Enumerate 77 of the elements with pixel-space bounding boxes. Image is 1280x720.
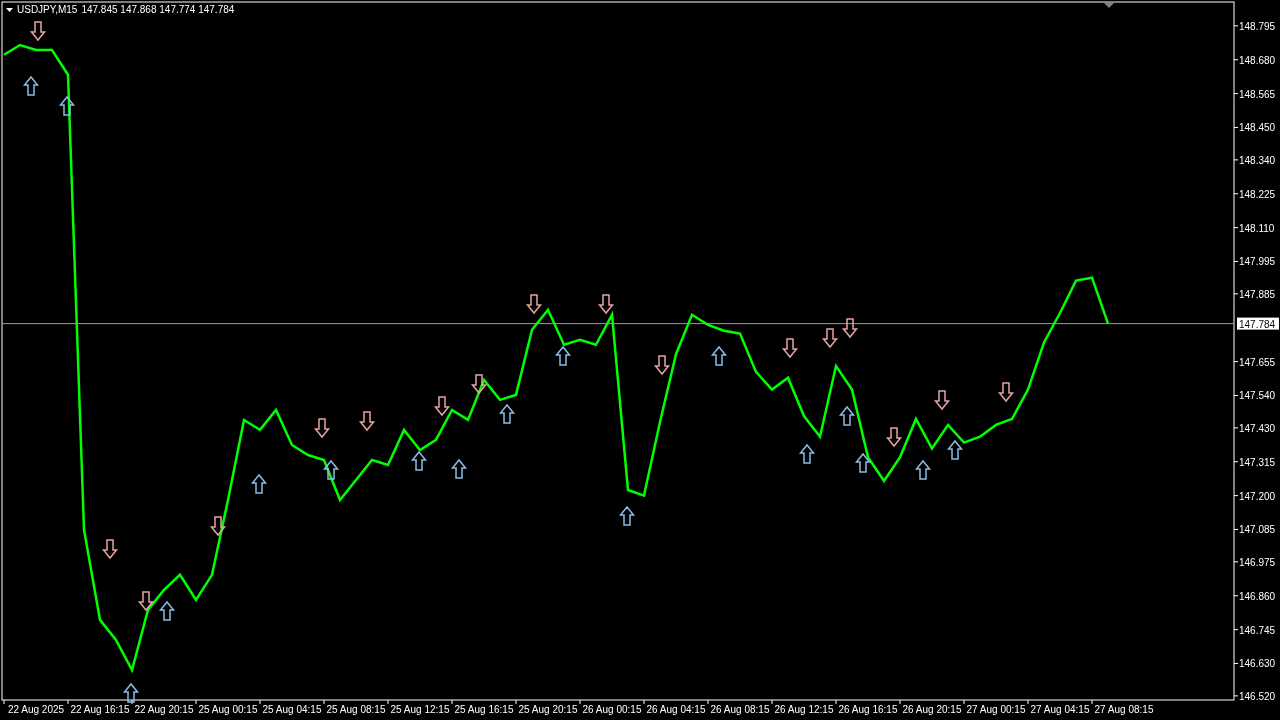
down-arrow-icon	[653, 355, 671, 376]
time-axis-label: 22 Aug 20:15	[134, 704, 194, 715]
price-axis-label: 147.885	[1239, 288, 1276, 300]
up-arrow-icon	[798, 443, 816, 464]
price-axis-label: 146.860	[1239, 590, 1276, 602]
up-arrow-icon	[250, 473, 268, 494]
time-axis-label: 27 Aug 04:15	[1030, 704, 1090, 715]
down-arrow-icon	[101, 539, 119, 560]
down-arrow-icon	[933, 390, 951, 411]
price-axis-label: 147.540	[1239, 390, 1276, 402]
price-tag: 147.784	[1237, 317, 1279, 330]
ohlc-values: 147.845 147.868 147.774 147.784	[81, 3, 235, 17]
time-axis-label: 27 Aug 00:15	[966, 704, 1026, 715]
time-axis-label: 22 Aug 2025	[7, 704, 65, 715]
up-arrow-icon	[914, 459, 932, 480]
down-arrow-icon	[525, 294, 543, 315]
price-axis-label: 146.745	[1239, 624, 1276, 636]
time-axis-label: 26 Aug 04:15	[646, 704, 706, 715]
price-axis-label: 147.995	[1239, 256, 1276, 268]
price-axis-label: 147.200	[1239, 490, 1276, 502]
up-arrow-icon	[58, 95, 76, 116]
up-arrow-icon	[554, 345, 572, 366]
up-arrow-icon	[410, 450, 428, 471]
up-arrow-icon	[322, 459, 340, 480]
price-axis-label: 148.565	[1239, 88, 1276, 100]
up-arrow-icon	[710, 345, 728, 366]
time-axis-label: 26 Aug 12:15	[774, 704, 834, 715]
time-axis-label: 25 Aug 16:15	[454, 704, 514, 715]
price-axis-label: 148.680	[1239, 54, 1276, 66]
time-axis-label: 22 Aug 16:15	[70, 704, 130, 715]
time-axis-label: 25 Aug 00:15	[198, 704, 258, 715]
up-arrow-icon	[450, 458, 468, 479]
down-arrow-icon	[821, 328, 839, 349]
up-arrow-icon	[158, 600, 176, 621]
up-arrow-icon	[122, 682, 140, 703]
triangle-icon	[1104, 3, 1114, 8]
price-axis-label: 147.315	[1239, 456, 1276, 468]
down-arrow-icon	[358, 411, 376, 432]
time-axis-label: 25 Aug 12:15	[390, 704, 450, 715]
down-arrow-icon	[997, 382, 1015, 403]
price-axis-label: 146.520	[1239, 690, 1276, 702]
up-arrow-icon	[854, 452, 872, 473]
caret-icon[interactable]	[6, 8, 13, 12]
time-axis-label: 26 Aug 20:15	[902, 704, 962, 715]
up-arrow-icon	[618, 505, 636, 526]
down-arrow-icon	[29, 21, 47, 42]
up-arrow-icon	[838, 405, 856, 426]
price-axis-label: 147.085	[1239, 524, 1276, 536]
time-axis-label: 26 Aug 08:15	[710, 704, 770, 715]
up-arrow-icon	[498, 403, 516, 424]
price-axis-label: 148.795	[1239, 20, 1276, 32]
up-arrow-icon	[22, 75, 40, 96]
price-axis-label: 146.975	[1239, 556, 1276, 568]
down-arrow-icon	[313, 418, 331, 439]
time-axis-label: 25 Aug 20:15	[518, 704, 578, 715]
time-axis-label: 27 Aug 08:15	[1094, 704, 1154, 715]
time-axis-label: 26 Aug 00:15	[582, 704, 642, 715]
time-axis-label: 26 Aug 16:15	[838, 704, 898, 715]
price-axis-label: 148.340	[1239, 154, 1276, 166]
price-axis-label: 147.430	[1239, 422, 1276, 434]
price-axis-label: 148.110	[1239, 222, 1275, 234]
down-arrow-icon	[885, 427, 903, 448]
down-arrow-icon	[209, 516, 227, 537]
symbol-label: USDJPY,M15	[17, 3, 78, 17]
price-axis-label: 147.655	[1239, 356, 1276, 368]
down-arrow-icon	[433, 396, 451, 417]
time-axis-label: 25 Aug 08:15	[326, 704, 386, 715]
up-arrow-icon	[946, 439, 964, 460]
down-arrow-icon	[137, 591, 155, 612]
down-arrow-icon	[597, 294, 615, 315]
price-axis-label: 146.630	[1239, 658, 1276, 670]
time-axis-label: 25 Aug 04:15	[262, 704, 322, 715]
down-arrow-icon	[781, 338, 799, 359]
price-axis-label: 148.450	[1239, 122, 1276, 134]
down-arrow-icon	[841, 318, 859, 339]
price-axis-label: 148.225	[1239, 188, 1276, 200]
down-arrow-icon	[470, 374, 488, 395]
